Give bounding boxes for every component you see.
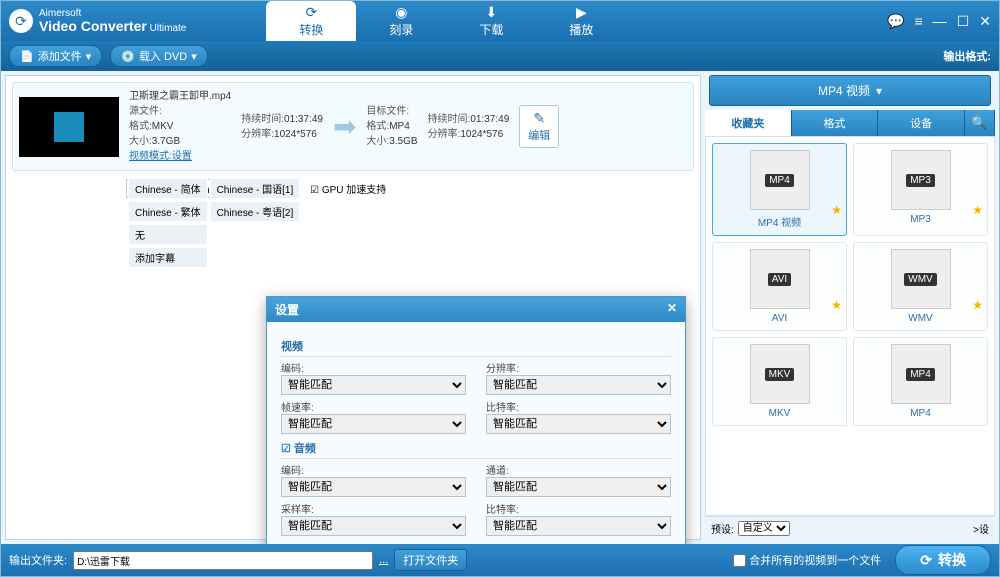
- audio-sample-select[interactable]: 智能匹配: [281, 516, 466, 536]
- output-folder-input[interactable]: [73, 551, 373, 570]
- source-timing: 持续时间:01:37:49 分辨率:1024*576: [241, 112, 323, 142]
- add-file-button[interactable]: 📄 添加文件 ▾: [9, 45, 102, 67]
- target-timing: 持续时间:01:37:49 分辨率:1024*576: [428, 112, 510, 142]
- feedback-icon[interactable]: 💬: [887, 13, 904, 30]
- source-meta: 卫斯理之霸王卸甲.mp4 源文件: 格式:MKV 大小:3.7GB 视频模式:设…: [129, 89, 231, 164]
- video-resolution-select[interactable]: 智能匹配: [486, 375, 671, 395]
- preset-more[interactable]: >设: [973, 521, 989, 536]
- preset-bar: 预设: 自定义 >设: [705, 516, 995, 540]
- format-panel: MP4 视频 ▾ 收藏夹 格式 设备 🔍 MP4★MP4 视频 MP3★MP3 …: [705, 75, 995, 540]
- browse-button[interactable]: ...: [379, 554, 388, 566]
- close-icon[interactable]: ✕: [979, 13, 991, 30]
- star-icon[interactable]: ★: [831, 203, 842, 217]
- output-format-label: 输出格式:: [943, 48, 991, 64]
- dialog-close-icon[interactable]: ✕: [667, 301, 677, 318]
- audio-bitrate-select[interactable]: 智能匹配: [486, 516, 671, 536]
- tab-devices[interactable]: 设备: [878, 110, 965, 136]
- video-encoder-select[interactable]: 智能匹配: [281, 375, 466, 395]
- search-icon[interactable]: 🔍: [965, 110, 995, 136]
- format-card-mp4hd[interactable]: MP4MP4: [853, 337, 988, 426]
- footer: 输出文件夹: ... 打开文件夹 合并所有的视频到一个文件 ⟳转换: [1, 544, 999, 576]
- settings-dialog: 设置 ✕ 视频 编码:智能匹配 分辨率:智能匹配 帧速率:智能匹配 比特率:智能…: [266, 296, 686, 544]
- format-card-mp3[interactable]: MP3★MP3: [853, 143, 988, 236]
- track-options: T 无 🔊 Chinese - 国... i ☑ GPU 加速支持: [6, 177, 700, 204]
- format-card-wmv[interactable]: WMV★WMV: [853, 242, 988, 331]
- video-mode-link[interactable]: 视频模式:设置: [129, 151, 192, 162]
- preset-label: 预设:: [711, 521, 734, 536]
- tab-favorites[interactable]: 收藏夹: [705, 110, 792, 136]
- video-bitrate-select[interactable]: 智能匹配: [486, 414, 671, 434]
- star-icon[interactable]: ★: [972, 203, 983, 217]
- tab-convert[interactable]: ⟳转换: [266, 1, 356, 41]
- video-section: 视频: [281, 338, 671, 357]
- target-meta: 目标文件: 格式:MP4 大小:3.5GB: [366, 104, 417, 149]
- convert-button[interactable]: ⟳转换: [895, 545, 991, 575]
- gpu-checkbox[interactable]: ☑ GPU 加速支持: [310, 181, 386, 196]
- load-dvd-button[interactable]: 💿 载入 DVD ▾: [110, 45, 208, 67]
- tab-download[interactable]: ⬇下载: [446, 1, 536, 41]
- window-controls: 💬 ≡ — ☐ ✕: [887, 13, 991, 30]
- audio-channel-select[interactable]: 智能匹配: [486, 477, 671, 497]
- dialog-titlebar[interactable]: 设置 ✕: [267, 297, 685, 322]
- format-card-mp4[interactable]: MP4★MP4 视频: [712, 143, 847, 236]
- file-card[interactable]: 卫斯理之霸王卸甲.mp4 源文件: 格式:MKV 大小:3.7GB 视频模式:设…: [12, 82, 694, 171]
- tab-burn[interactable]: ◉刻录: [356, 1, 446, 41]
- video-fps-select[interactable]: 智能匹配: [281, 414, 466, 434]
- logo-icon: ⟳: [9, 9, 33, 33]
- subtitle-dropdown[interactable]: Chinese - 简体Chinese - 国语[1] Chinese - 繁体…: [126, 176, 302, 270]
- preset-select[interactable]: 自定义: [738, 521, 790, 536]
- output-folder-label: 输出文件夹:: [9, 552, 67, 568]
- audio-encoder-select[interactable]: 智能匹配: [281, 477, 466, 497]
- edit-button[interactable]: ✎编辑: [519, 105, 559, 148]
- dialog-title: 设置: [275, 301, 299, 318]
- merge-checkbox[interactable]: 合并所有的视频到一个文件: [733, 552, 881, 568]
- thumbnail[interactable]: [19, 97, 119, 157]
- brand: Aimersoft Video Converter Ultimate: [39, 9, 186, 34]
- arrow-icon: ➡: [333, 110, 356, 143]
- minimize-icon[interactable]: —: [933, 13, 947, 30]
- menu-icon[interactable]: ≡: [915, 13, 923, 30]
- titlebar: ⟳ Aimersoft Video Converter Ultimate ⟳转换…: [1, 1, 999, 41]
- maximize-icon[interactable]: ☐: [957, 13, 970, 30]
- refresh-icon: ⟳: [920, 552, 932, 569]
- star-icon[interactable]: ★: [831, 298, 842, 312]
- current-format-button[interactable]: MP4 视频 ▾: [709, 75, 991, 106]
- format-card-avi[interactable]: AVI★AVI: [712, 242, 847, 331]
- toolbar: 📄 添加文件 ▾ 💿 载入 DVD ▾ 输出格式:: [1, 41, 999, 71]
- audio-section[interactable]: 音频: [281, 440, 671, 459]
- tab-formats[interactable]: 格式: [792, 110, 879, 136]
- main-tabs: ⟳转换 ◉刻录 ⬇下载 ▶播放: [266, 1, 626, 41]
- format-tabs: 收藏夹 格式 设备 🔍: [705, 110, 995, 136]
- star-icon[interactable]: ★: [972, 298, 983, 312]
- file-name: 卫斯理之霸王卸甲.mp4: [129, 89, 231, 104]
- format-grid: MP4★MP4 视频 MP3★MP3 AVI★AVI WMV★WMV MKVMK…: [705, 136, 995, 516]
- open-folder-button[interactable]: 打开文件夹: [394, 549, 467, 571]
- edit-icon: ✎: [528, 110, 550, 127]
- format-card-mkv[interactable]: MKVMKV: [712, 337, 847, 426]
- tab-play[interactable]: ▶播放: [536, 1, 626, 41]
